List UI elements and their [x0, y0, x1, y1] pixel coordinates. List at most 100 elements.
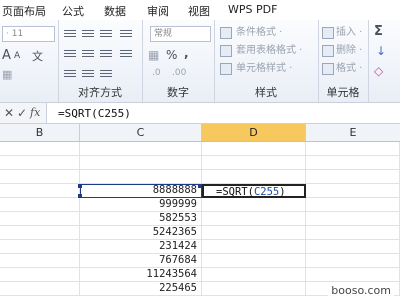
wrap-text-icon[interactable] — [120, 30, 132, 40]
column-header-e[interactable]: E — [306, 124, 400, 141]
cell-c-value[interactable]: 999999 — [80, 198, 202, 212]
phonetic-icon[interactable]: 文 — [32, 48, 43, 64]
conditional-format-icon — [220, 27, 232, 39]
cell[interactable] — [202, 156, 306, 170]
conditional-format-button[interactable]: 条件格式 · — [236, 27, 282, 39]
decrease-indent-icon[interactable] — [64, 70, 76, 80]
cell[interactable] — [0, 282, 80, 296]
merge-center-icon[interactable] — [120, 50, 132, 60]
increase-decimal-icon[interactable]: .0 — [152, 68, 161, 78]
font-shrink-icon[interactable]: A — [14, 51, 20, 61]
font-group: · 11 A A 文 ▦ — [0, 20, 59, 102]
cell-c-value[interactable]: 11243564 — [80, 268, 202, 282]
tab-data[interactable]: 数据 — [104, 3, 126, 19]
active-cell-editor[interactable]: =SQRT(C255) — [202, 184, 306, 198]
cell[interactable] — [202, 226, 306, 240]
cell[interactable] — [202, 212, 306, 226]
cell-c-value[interactable]: 225465 — [80, 282, 202, 296]
cell[interactable] — [0, 156, 80, 170]
cell[interactable] — [306, 156, 400, 170]
font-size-dropdown[interactable]: · 11 — [2, 26, 55, 42]
cell-c-value[interactable]: 5242365 — [80, 226, 202, 240]
cell-c-value[interactable]: 582553 — [80, 212, 202, 226]
cell[interactable] — [0, 212, 80, 226]
tab-view[interactable]: 视图 — [188, 3, 210, 19]
tab-wps-pdf[interactable]: WPS PDF — [228, 3, 277, 16]
cell[interactable] — [0, 170, 80, 184]
cell[interactable] — [306, 142, 400, 156]
editing-group: Σ ↓ ◇ — [368, 20, 400, 102]
cell[interactable] — [0, 142, 80, 156]
format-button[interactable]: 格式 · — [336, 63, 362, 75]
orientation-icon[interactable] — [100, 70, 112, 80]
cell[interactable] — [0, 184, 80, 198]
cell[interactable] — [202, 142, 306, 156]
tab-formulas[interactable]: 公式 — [62, 3, 84, 19]
cell[interactable] — [0, 226, 80, 240]
border-icon[interactable]: ▦ — [2, 68, 12, 81]
insert-button[interactable]: 插入 · — [336, 27, 362, 39]
column-header-d[interactable]: D — [202, 124, 306, 141]
clear-icon[interactable]: ◇ — [374, 64, 383, 78]
increase-indent-icon[interactable] — [82, 70, 94, 80]
font-grow-icon[interactable]: A — [2, 48, 11, 63]
cell[interactable] — [306, 198, 400, 212]
cell[interactable] — [202, 282, 306, 296]
decrease-decimal-icon[interactable]: .00 — [172, 68, 186, 78]
cell[interactable] — [202, 240, 306, 254]
currency-icon[interactable]: ▦ — [148, 48, 159, 62]
table-row: 11243564 — [0, 268, 400, 282]
formula-bar: ✕ ✓ fx =SQRT(C255) — [0, 103, 400, 124]
cell[interactable] — [80, 170, 202, 184]
autosum-icon[interactable]: Σ — [374, 24, 383, 39]
cell[interactable] — [80, 142, 202, 156]
cell[interactable] — [306, 170, 400, 184]
number-format-dropdown[interactable]: 常规 — [150, 26, 211, 42]
align-bottom-icon[interactable] — [100, 30, 112, 40]
cell[interactable] — [306, 254, 400, 268]
cell[interactable] — [306, 268, 400, 282]
fill-icon[interactable]: ↓ — [376, 44, 386, 58]
align-left-icon[interactable] — [64, 50, 76, 60]
alignment-group-label: 对齐方式 — [78, 86, 122, 99]
tab-page-layout[interactable]: 页面布局 — [2, 3, 46, 19]
cell[interactable] — [306, 184, 400, 198]
cell[interactable] — [202, 198, 306, 212]
number-group-label: 数字 — [167, 86, 189, 99]
enter-icon[interactable]: ✓ — [17, 106, 27, 120]
cell[interactable] — [202, 268, 306, 282]
align-center-icon[interactable] — [82, 50, 94, 60]
cell[interactable] — [0, 254, 80, 268]
cell-styles-button[interactable]: 单元格样式 · — [236, 63, 292, 75]
comma-style-icon[interactable]: , — [184, 46, 189, 60]
worksheet-grid: 8888888 =SQRT(C255) 999999 582553 524236… — [0, 142, 400, 300]
delete-button[interactable]: 删除 · — [336, 45, 362, 57]
tab-review[interactable]: 审阅 — [147, 3, 169, 19]
cell[interactable] — [0, 240, 80, 254]
formula-reference: C255 — [253, 186, 280, 198]
cell[interactable] — [80, 156, 202, 170]
cancel-icon[interactable]: ✕ — [4, 106, 14, 120]
cell[interactable] — [306, 212, 400, 226]
cell[interactable] — [202, 170, 306, 184]
percent-icon[interactable]: % — [166, 48, 177, 62]
cell[interactable] — [0, 268, 80, 282]
cell[interactable] — [306, 240, 400, 254]
cell[interactable] — [0, 198, 80, 212]
format-as-table-button[interactable]: 套用表格格式 · — [236, 45, 302, 57]
align-top-icon[interactable] — [64, 30, 76, 40]
cell-c-value[interactable]: 231424 — [80, 240, 202, 254]
selection-handle[interactable] — [78, 184, 82, 188]
column-header-b[interactable]: B — [0, 124, 80, 141]
cell-c-value[interactable]: 8888888 — [80, 184, 202, 198]
cell-c-value[interactable]: 767684 — [80, 254, 202, 268]
cell[interactable] — [202, 254, 306, 268]
insert-icon — [322, 27, 334, 39]
column-header-c[interactable]: C — [80, 124, 202, 141]
alignment-group: 对齐方式 — [58, 20, 143, 102]
formula-input[interactable]: =SQRT(C255) — [58, 107, 131, 120]
cell[interactable] — [306, 226, 400, 240]
align-middle-icon[interactable] — [82, 30, 94, 40]
align-right-icon[interactable] — [100, 50, 112, 60]
insert-function-icon[interactable]: fx — [30, 106, 40, 119]
